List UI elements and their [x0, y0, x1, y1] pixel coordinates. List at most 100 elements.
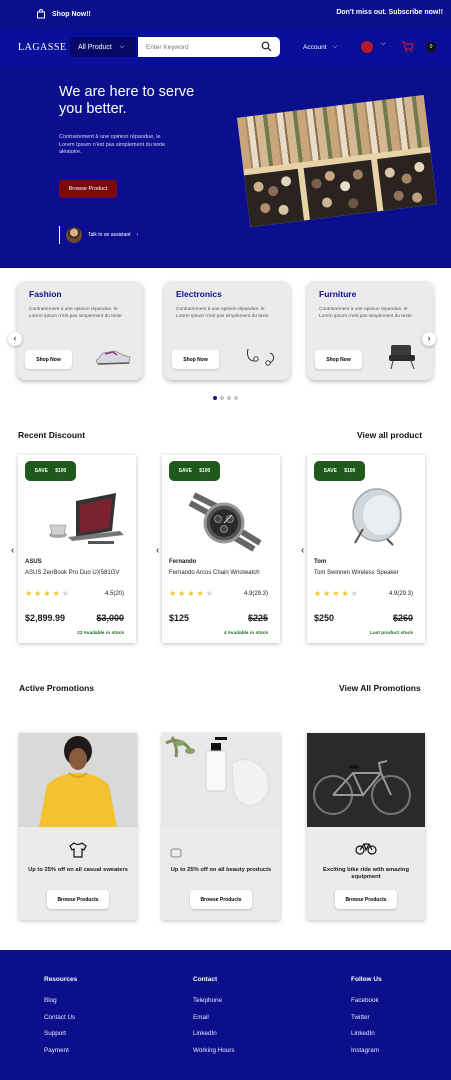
- rating-count: 4.9(29.3): [388, 591, 413, 597]
- site-logo[interactable]: LAGASSE: [18, 42, 67, 53]
- carousel-dot[interactable]: [234, 396, 238, 400]
- category-card-furniture[interactable]: Furniture Contrairement à une opinion ré…: [307, 281, 433, 380]
- product-name[interactable]: ASUS ZenBook Pro Duo UX581GV: [25, 568, 129, 579]
- stock-status: 22 Available in stock: [77, 631, 124, 636]
- bicycle-image: [307, 733, 425, 827]
- chevron-left-icon[interactable]: ‹: [156, 545, 159, 556]
- footer-link[interactable]: Instagram: [351, 1047, 382, 1054]
- shop-now-button[interactable]: Shop Now: [25, 350, 72, 369]
- footer-link[interactable]: Email: [193, 1014, 235, 1021]
- footer-link[interactable]: Contact Us: [44, 1014, 77, 1021]
- product-name[interactable]: Tom Swinnen Wireless Speaker: [314, 568, 418, 579]
- shop-now-button[interactable]: Shop Now: [172, 350, 219, 369]
- footer-link[interactable]: Facebook: [351, 997, 382, 1004]
- promo-card[interactable]: Up to 25% off on all casual sweaters Bro…: [19, 733, 137, 920]
- top-bar: Shop Now!! Don't miss out. Subscribe now…: [0, 0, 451, 28]
- save-label: SAVE: [178, 468, 192, 474]
- footer-link[interactable]: Payment: [44, 1047, 77, 1054]
- chevron-left-icon[interactable]: ‹: [11, 545, 14, 556]
- view-all-promotions-link[interactable]: View All Promotions: [339, 683, 421, 693]
- wristwatch-image: [188, 492, 262, 552]
- footer-link[interactable]: Support: [44, 1030, 77, 1037]
- carousel-dot[interactable]: [213, 396, 217, 400]
- sweater-model-image: [19, 733, 137, 827]
- footer-heading: Follow Us: [351, 976, 382, 983]
- divider: [59, 226, 60, 244]
- carousel-dot[interactable]: [227, 396, 231, 400]
- product-old-price: $225: [247, 613, 268, 623]
- star-icon: ★: [323, 589, 331, 598]
- carousel-next-button[interactable]: ›: [422, 332, 436, 346]
- star-icon: ★: [350, 589, 358, 598]
- stock-status: 4 Available in stock: [223, 631, 268, 636]
- chevron-left-icon[interactable]: ‹: [301, 545, 304, 556]
- star-icon: ★: [205, 589, 213, 598]
- star-rating: ★ ★ ★ ★ ★: [169, 590, 213, 598]
- footer-link[interactable]: Working Hours: [193, 1047, 235, 1054]
- sneaker-image: [95, 350, 131, 365]
- talk-to-assistant-link[interactable]: Talk to an assistant ›: [59, 226, 138, 244]
- browse-products-button[interactable]: Browse Products: [47, 890, 109, 909]
- carousel-prev-button[interactable]: ‹: [8, 332, 22, 346]
- language-flag-icon[interactable]: [361, 41, 373, 53]
- chevron-down-icon[interactable]: ⌵: [381, 41, 386, 48]
- promo-card[interactable]: Exciting bike ride with amazing equipmen…: [307, 733, 425, 920]
- shop-now-button[interactable]: Shop Now: [315, 350, 362, 369]
- category-card-electronics[interactable]: Electronics Contrairement à une opinion …: [164, 281, 290, 380]
- promo-text: Up to 25% off on all beauty products: [170, 867, 272, 873]
- subscribe-link[interactable]: Don't miss out. Subscribe now!!: [336, 9, 443, 16]
- star-rating: ★ ★ ★ ★ ★: [25, 590, 69, 598]
- beauty-icon: [166, 845, 186, 863]
- talk-label: Talk to an assistant: [88, 232, 131, 238]
- footer-link[interactable]: Telephone: [193, 997, 235, 1004]
- category-card-fashion[interactable]: Fashion Contrairement à une opinion répa…: [17, 281, 143, 380]
- footer-link[interactable]: LinkedIn: [193, 1030, 235, 1037]
- product-price: $250: [314, 613, 335, 623]
- bicycle-icon: [307, 841, 425, 860]
- product-name[interactable]: Fernando Arcos Chain Wristwatch: [169, 568, 273, 579]
- account-menu[interactable]: Account ⌵: [303, 43, 337, 51]
- footer-resources: Resources Blog Contact Us Support Paymen…: [44, 976, 77, 1063]
- save-label: SAVE: [34, 468, 48, 474]
- browse-product-button[interactable]: Browse Product: [59, 180, 117, 198]
- footer-link[interactable]: Twitter: [351, 1014, 382, 1021]
- product-brand: Fernando: [169, 559, 197, 565]
- hero-image: [236, 94, 438, 228]
- save-badge: SAVE $100: [169, 461, 220, 481]
- search-input[interactable]: [138, 43, 256, 51]
- chevron-left-icon: ‹: [13, 333, 17, 343]
- hero-banner: We are here to serve you better. Contrai…: [0, 66, 451, 268]
- beauty-products-image: [162, 733, 280, 827]
- browse-products-button[interactable]: Browse Products: [190, 890, 252, 909]
- product-card[interactable]: SAVE $100 ASUS ASUS ZenBook Pro Duo UX581…: [18, 455, 136, 643]
- active-promotions-title: Active Promotions: [19, 683, 95, 693]
- product-card[interactable]: SAVE $100 Tom Tom Swinnen Wireless Speake…: [307, 455, 425, 643]
- footer-link[interactable]: Blog: [44, 997, 77, 1004]
- view-all-product-link[interactable]: View all product: [357, 430, 422, 440]
- star-icon: ★: [61, 589, 69, 598]
- shop-now-link[interactable]: Shop Now!!: [36, 9, 91, 19]
- chevron-right-icon: ›: [427, 333, 431, 343]
- star-icon: ★: [196, 589, 204, 598]
- carousel-dot[interactable]: [220, 396, 224, 400]
- shop-bag-icon: [37, 9, 45, 19]
- category-description: Contrairement à une opinion répandue, le…: [176, 307, 269, 319]
- star-icon: ★: [25, 589, 33, 598]
- promo-card[interactable]: Up to 25% off on all beauty products Bro…: [162, 733, 280, 920]
- product-brand: Tom: [314, 559, 327, 565]
- category-title: Furniture: [319, 289, 357, 299]
- shop-now-label: Shop Now!!: [52, 10, 91, 18]
- footer-contact: Contact Telephone Email LinkedIn Working…: [193, 976, 235, 1063]
- category-select[interactable]: All Product ⌵: [70, 37, 136, 57]
- browse-products-button[interactable]: Browse Products: [335, 890, 397, 909]
- star-icon: ★: [314, 589, 322, 598]
- cart-icon[interactable]: [401, 40, 414, 53]
- search-icon[interactable]: [261, 41, 272, 52]
- hero-headline: We are here to serve you better.: [59, 84, 195, 117]
- product-old-price: $260: [392, 613, 413, 623]
- star-icon: ★: [43, 589, 51, 598]
- category-title: Fashion: [29, 289, 62, 299]
- product-card[interactable]: SAVE $100 Fernando Fernando Arcos Chain W…: [162, 455, 280, 643]
- footer-link[interactable]: LinkedIn: [351, 1030, 382, 1037]
- category-select-value: All Product: [78, 43, 112, 51]
